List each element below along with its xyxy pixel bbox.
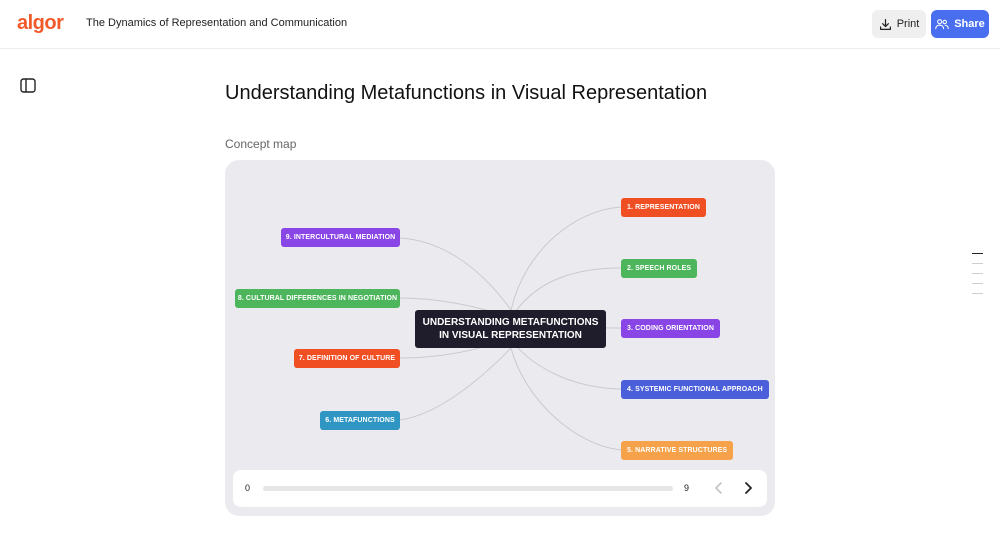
slider-max-value: 9	[684, 483, 690, 493]
chevron-right-icon[interactable]	[740, 480, 756, 496]
node-representation[interactable]: 1. REPRESENTATION	[621, 198, 707, 217]
share-button[interactable]: Share	[931, 10, 989, 38]
node-definition-of-culture[interactable]: 7. DEFINITION OF CULTURE	[294, 349, 400, 368]
node-metafunctions[interactable]: 6. METAFUNCTIONS	[320, 411, 400, 430]
step-slider-bar: 0 9	[233, 470, 767, 507]
document-title: The Dynamics of Representation and Commu…	[86, 17, 348, 29]
outline-dash-active[interactable]	[972, 253, 983, 254]
slider-track[interactable]	[263, 486, 673, 491]
section-label: Concept map	[225, 137, 297, 151]
users-icon	[935, 19, 949, 30]
node-cultural-differences-in-negotiation[interactable]: 8. CULTURAL DIFFERENCES IN NEGOTIATION	[235, 289, 400, 308]
outline-dash[interactable]	[972, 283, 983, 284]
sidebar-toggle-icon[interactable]	[20, 78, 36, 93]
print-button[interactable]: Print	[872, 10, 926, 38]
node-intercultural-mediation[interactable]: 9. INTERCULTURAL MEDIATION	[281, 228, 400, 247]
outline-dash[interactable]	[972, 293, 983, 294]
outline-dash[interactable]	[972, 263, 983, 264]
share-label: Share	[954, 18, 985, 30]
algor-logo[interactable]: algor	[17, 12, 64, 35]
connector-1	[510, 206, 622, 311]
outline-dash[interactable]	[972, 273, 983, 274]
connector-6	[399, 347, 512, 421]
node-narrative-structures[interactable]: 5. NARRATIVE STRUCTURES	[621, 441, 734, 460]
print-label: Print	[896, 18, 920, 30]
concept-map[interactable]: UNDERSTANDING METAFUNCTIONS IN VISUAL RE…	[225, 160, 775, 516]
node-systemic-functional-approach[interactable]: 4. SYSTEMIC FUNCTIONAL APPROACH	[621, 380, 769, 399]
connector-9	[399, 237, 512, 311]
chevron-left-icon[interactable]	[711, 480, 727, 496]
page-title: Understanding Metafunctions in Visual Re…	[225, 82, 708, 104]
connector-5	[510, 347, 622, 451]
download-icon	[879, 18, 891, 30]
node-speech-roles[interactable]: 2. SPEECH ROLES	[621, 259, 698, 278]
slider-min-value: 0	[245, 483, 251, 493]
outline-navigator[interactable]	[972, 253, 984, 297]
center-node[interactable]: UNDERSTANDING METAFUNCTIONS IN VISUAL RE…	[415, 310, 606, 348]
node-coding-orientation[interactable]: 3. CODING ORIENTATION	[621, 319, 721, 338]
top-bar: algor The Dynamics of Representation and…	[0, 0, 1000, 49]
